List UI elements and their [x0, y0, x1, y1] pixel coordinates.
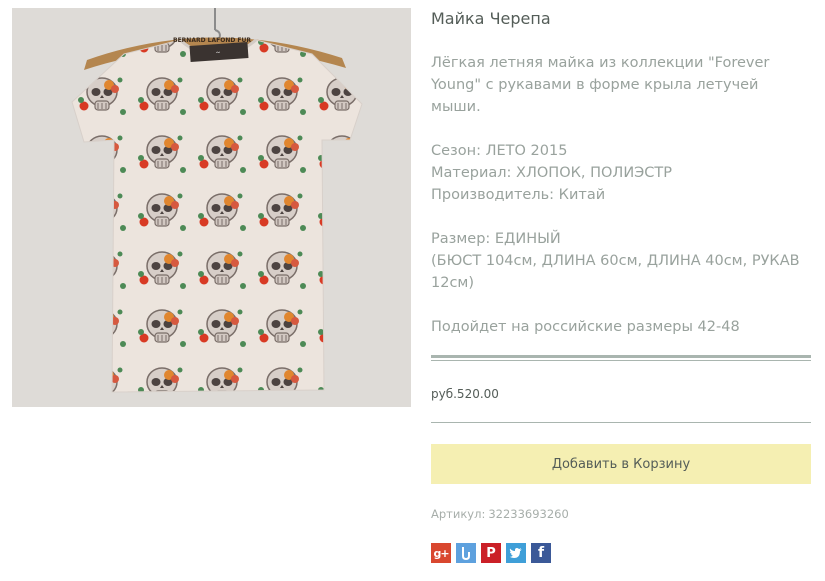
- facebook-share-button[interactable]: f: [531, 543, 551, 563]
- hanger-brand-text: BERNARD LAFOND FUR: [173, 37, 251, 44]
- pinterest-icon: P: [486, 545, 496, 561]
- product-price: руб.520.00: [431, 387, 499, 401]
- product-title: Майка Черепа: [431, 9, 551, 28]
- divider: [431, 355, 811, 358]
- description-season: Сезон: ЛЕТО 2015: [431, 143, 568, 159]
- add-to-cart-button[interactable]: Добавить в Корзину: [431, 444, 811, 484]
- product-sku: Артикул: 32233693260: [431, 507, 572, 521]
- description-size: Размер: ЕДИНЫЙ: [431, 231, 561, 247]
- livejournal-icon: [462, 547, 470, 560]
- description-intro: Лёгкая летняя майка из коллекции "Foreve…: [431, 55, 770, 115]
- description-material: Материал: ХЛОПОК, ПОЛИЭСТР: [431, 165, 673, 181]
- sku-value: 32233693260: [488, 507, 569, 521]
- sku-label: Артикул:: [431, 507, 486, 521]
- description-manufacturer: Производитель: Китай: [431, 187, 606, 203]
- divider: [431, 360, 811, 361]
- twitter-share-button[interactable]: [506, 543, 526, 563]
- product-description: Лёгкая летняя майка из коллекции "Foreve…: [431, 52, 811, 338]
- description-fit-note: Подойдет на российские размеры 42-48: [431, 319, 740, 335]
- svg-text:~: ~: [215, 49, 221, 56]
- twitter-icon: [509, 548, 522, 558]
- google-plus-share-button[interactable]: g+: [431, 543, 451, 563]
- product-image[interactable]: ~ BERNARD LAFOND FUR: [12, 8, 411, 407]
- pinterest-share-button[interactable]: P: [481, 543, 501, 563]
- description-dimensions: (БЮСТ 104см, ДЛИНА 60см, ДЛИНА 40см, РУК…: [431, 253, 800, 291]
- facebook-icon: f: [537, 545, 545, 561]
- divider: [431, 422, 811, 423]
- google-plus-icon: g+: [433, 546, 449, 560]
- livejournal-share-button[interactable]: [456, 543, 476, 563]
- share-buttons: g+ P f: [431, 543, 551, 563]
